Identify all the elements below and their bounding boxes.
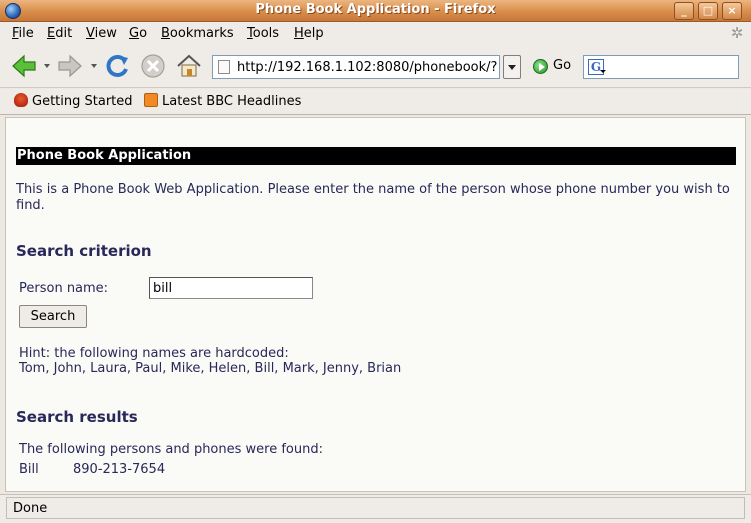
search-criterion-heading: Search criterion (16, 242, 152, 260)
menu-bookmarks[interactable]: Bookmarks (161, 26, 234, 41)
hint-names: Tom, John, Laura, Paul, Mike, Helen, Bil… (19, 361, 402, 376)
activity-throbber-icon: ✲ (730, 24, 744, 42)
forward-icon[interactable] (56, 52, 84, 80)
bookmark-bbc-headlines[interactable]: Latest BBC Headlines (144, 93, 301, 109)
page-content: Phone Book Application This is a Phone B… (5, 117, 746, 492)
back-history-dropdown-icon[interactable] (44, 64, 50, 68)
menu-view[interactable]: View (86, 26, 117, 41)
window-title: Phone Book Application - Firefox (255, 2, 496, 17)
bookmarks-toolbar: Getting Started Latest BBC Headlines (0, 89, 751, 115)
firefox-bookmark-icon (14, 93, 28, 107)
menu-edit[interactable]: Edit (47, 26, 72, 41)
menu-go[interactable]: Go (129, 26, 147, 41)
hint-line: Hint: the following names are hardcoded: (19, 346, 289, 361)
web-search-box[interactable]: G (583, 55, 739, 79)
search-engine-dropdown-icon[interactable] (600, 70, 606, 73)
status-bar: Done (0, 494, 751, 523)
menu-help[interactable]: Help (294, 26, 324, 41)
result-name: Bill (19, 462, 39, 477)
search-button[interactable]: Search (19, 305, 87, 328)
maximize-button[interactable]: □ (698, 2, 718, 20)
menu-tools[interactable]: Tools (247, 26, 279, 41)
rss-feed-icon (144, 93, 158, 107)
navigation-toolbar: Go G (0, 45, 751, 88)
close-button[interactable]: × (722, 2, 742, 20)
bookmark-label: Latest BBC Headlines (162, 94, 302, 109)
page-title: Phone Book Application (16, 147, 736, 165)
forward-history-dropdown-icon[interactable] (91, 64, 97, 68)
bookmark-label: Getting Started (32, 94, 133, 109)
status-text: Done (6, 497, 745, 519)
person-name-label: Person name: (19, 281, 109, 296)
go-label: Go (553, 58, 572, 73)
menu-bar: File Edit View Go Bookmarks Tools Help ✲ (0, 22, 751, 45)
back-icon[interactable] (10, 52, 38, 80)
result-phone: 890-213-7654 (73, 462, 166, 477)
url-input[interactable] (237, 58, 497, 76)
results-summary: The following persons and phones were fo… (19, 442, 323, 457)
search-results-heading: Search results (16, 408, 138, 426)
stop-icon[interactable] (139, 52, 167, 80)
minimize-button[interactable]: _ (674, 2, 694, 20)
person-name-input[interactable] (149, 277, 313, 299)
address-bar[interactable] (212, 55, 500, 79)
title-bar: Phone Book Application - Firefox _ □ × (0, 0, 751, 22)
page-icon (218, 60, 230, 74)
reload-icon[interactable] (103, 52, 131, 80)
go-arrow-icon (533, 59, 548, 74)
home-icon[interactable] (175, 52, 203, 80)
hint-text: Hint: the following names are hardcoded:… (19, 346, 401, 376)
menu-file[interactable]: File (12, 26, 34, 41)
bookmark-getting-started[interactable]: Getting Started (14, 93, 133, 109)
intro-text: This is a Phone Book Web Application. Pl… (16, 182, 730, 213)
url-history-dropdown-button[interactable] (503, 55, 521, 79)
